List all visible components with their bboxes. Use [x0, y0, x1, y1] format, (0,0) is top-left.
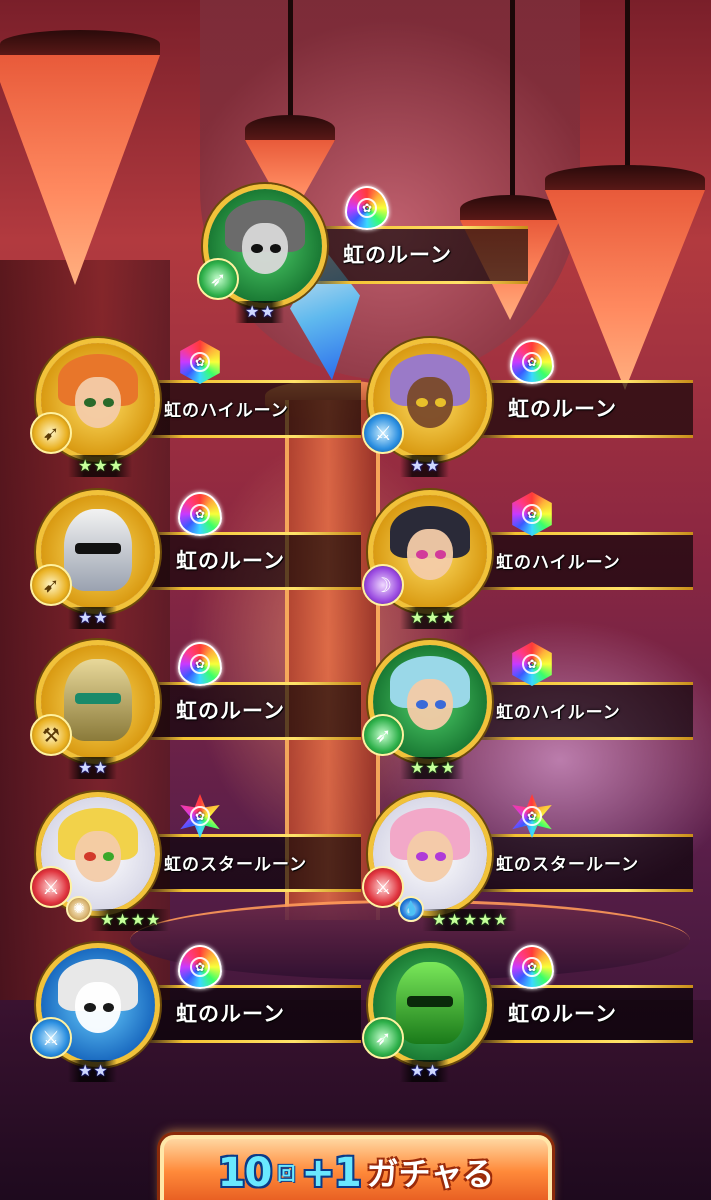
- rarity-stars: ★★: [68, 757, 117, 779]
- rainbow-rune-icon: ✿: [176, 490, 224, 538]
- rune-name: 虹のルーン: [508, 398, 617, 421]
- lamp-shade-top: [245, 115, 335, 143]
- rainbow-high-rune-icon: ✿: [508, 490, 556, 538]
- bow-icon: ➹: [30, 564, 72, 606]
- sword-icon: ⚔: [362, 866, 404, 908]
- lamp-shade-top: [545, 165, 705, 193]
- result-card[interactable]: ➶ ✿ 虹のハイルーン ★★★: [362, 640, 693, 780]
- gacha-plus: +1: [301, 1150, 361, 1196]
- rainbow-high-rune-icon: ✿: [176, 338, 224, 386]
- light-attribute-icon: ✺: [66, 896, 92, 922]
- rarity-stars: ★★★★: [90, 909, 170, 931]
- rainbow-high-rune-icon: ✿: [508, 640, 556, 688]
- rarity-stars: ★★: [235, 301, 284, 323]
- rainbow-rune-icon: ✿: [343, 184, 391, 232]
- lamp-cord: [288, 0, 293, 120]
- rarity-stars: ★★: [400, 455, 449, 477]
- lamp-shade: [0, 55, 160, 285]
- spear-icon: ➶: [362, 714, 404, 756]
- rarity-stars: ★★★: [68, 455, 133, 477]
- rune-name: 虹のルーン: [176, 700, 285, 723]
- lamp-cord: [510, 0, 515, 200]
- hammer-icon: ⚒: [30, 714, 72, 756]
- sword-icon: ⚔: [30, 866, 72, 908]
- sword-icon: ⚔: [362, 412, 404, 454]
- spear-icon: ➶: [197, 258, 239, 300]
- rainbow-rune-icon: ✿: [508, 338, 556, 386]
- rainbow-rune-icon: ✿: [176, 943, 224, 991]
- result-card[interactable]: ☽ ✿ 虹のハイルーン ★★★: [362, 490, 693, 630]
- rune-name: 虹のハイルーン: [496, 703, 621, 722]
- result-card[interactable]: ⚔ ✺ ✿ 虹のスタールーン ★★★★: [30, 792, 361, 932]
- result-card[interactable]: ⚔ ✿ 虹のルーン ★★: [30, 943, 361, 1083]
- bow-icon: ➹: [30, 412, 72, 454]
- rainbow-star-rune-icon: ✿: [508, 792, 556, 840]
- rune-name: 虹のルーン: [508, 1003, 617, 1026]
- gacha-10plus1-button[interactable]: 10 回 +1 ガチャる: [160, 1135, 552, 1200]
- gacha-label: ガチャる: [366, 1155, 495, 1193]
- result-card[interactable]: ➹ ✿ 虹のルーン ★★: [30, 490, 361, 630]
- result-card[interactable]: ⚒ ✿ 虹のルーン ★★: [30, 640, 361, 780]
- magic-icon: ☽: [362, 564, 404, 606]
- rainbow-rune-icon: ✿: [508, 943, 556, 991]
- result-card[interactable]: ⚔ ✿ 虹のルーン ★★: [362, 338, 693, 478]
- rune-name: 虹のスタールーン: [496, 855, 640, 874]
- rune-name: 虹のハイルーン: [164, 401, 289, 420]
- result-card[interactable]: ⚔ 💧 ✿ 虹のスタールーン ★★★★★: [362, 792, 693, 932]
- sword-icon: ⚔: [30, 1017, 72, 1059]
- rune-name: 虹のルーン: [176, 550, 285, 573]
- water-attribute-icon: 💧: [398, 896, 424, 922]
- rarity-stars: ★★: [68, 1060, 117, 1082]
- spear-icon: ➶: [362, 1017, 404, 1059]
- lamp-shade-top: [0, 30, 160, 58]
- gacha-unit: 回: [277, 1164, 296, 1185]
- lamp-cord: [625, 0, 630, 170]
- rarity-stars: ★★★: [400, 757, 465, 779]
- result-card[interactable]: ➶ ✿ 虹のルーン ★★: [197, 184, 528, 324]
- rune-name: 虹のルーン: [176, 1003, 285, 1026]
- rune-name: 虹のルーン: [343, 244, 452, 267]
- gacha-count: 10: [217, 1150, 273, 1196]
- rarity-stars: ★★: [400, 1060, 449, 1082]
- result-card[interactable]: ➶ ✿ 虹のルーン ★★: [362, 943, 693, 1083]
- rarity-stars: ★★: [68, 607, 117, 629]
- rarity-stars: ★★★: [400, 607, 465, 629]
- rainbow-star-rune-icon: ✿: [176, 792, 224, 840]
- result-card[interactable]: ➹ ✿ 虹のハイルーン ★★★: [30, 338, 361, 478]
- rune-name: 虹のハイルーン: [496, 553, 621, 572]
- rainbow-rune-icon: ✿: [176, 640, 224, 688]
- rune-name: 虹のスタールーン: [164, 855, 308, 874]
- rarity-stars: ★★★★★: [422, 909, 517, 931]
